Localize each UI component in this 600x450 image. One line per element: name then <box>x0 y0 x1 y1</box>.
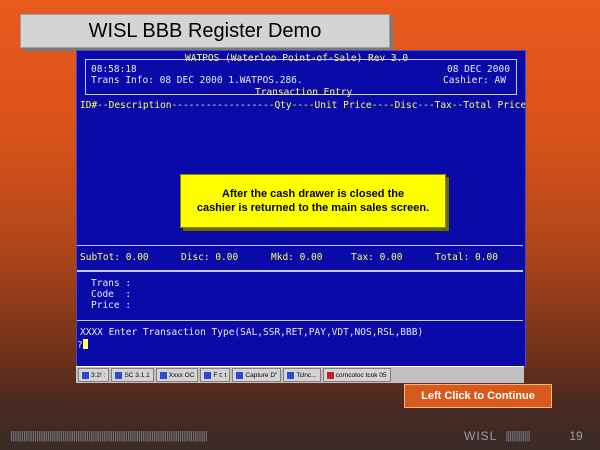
app-icon <box>159 371 167 379</box>
app-icon <box>82 371 89 379</box>
instruction-callout: After the cash drawer is closed the cash… <box>180 174 446 228</box>
app-icon <box>236 371 244 379</box>
footer-brand: WISL <box>464 429 498 443</box>
app-icon <box>287 371 295 379</box>
code-field-label: Code : <box>91 289 132 300</box>
command-input[interactable]: ? <box>77 339 88 351</box>
callout-line-2: cashier is returned to the main sales sc… <box>196 202 430 214</box>
cursor-block <box>82 339 88 349</box>
taskbar-item-5[interactable]: Capture D" <box>232 368 282 382</box>
slide-footer: ||||||||||||||||||||||||||||||||||||||||… <box>10 428 590 444</box>
app-icon <box>204 371 212 379</box>
entry-frame <box>77 271 523 321</box>
discount-readout: Disc: 0.00 <box>181 252 239 263</box>
taskbar-item-7[interactable]: corncotoc tcok 05 <box>322 368 391 382</box>
app-icon <box>115 371 123 379</box>
total-readout: Total: 0.00 <box>435 252 498 263</box>
trans-field-label: Trans : <box>91 278 132 289</box>
subtotal-readout: SubTot: 0.00 <box>80 252 149 263</box>
markdown-readout: Mkd: 0.00 <box>271 252 323 263</box>
callout-line-1: After the cash drawer is closed the <box>221 188 405 200</box>
taskbar-item-1[interactable]: 3:2! : <box>78 368 110 382</box>
slide-title: WISL BBB Register Demo <box>20 14 390 48</box>
cashier-label: Cashier: AW <box>443 75 506 86</box>
app-icon <box>326 371 334 379</box>
footer-bars-right: ||||||||||||| <box>505 430 530 442</box>
column-headers: ID#--Description------------------Qty---… <box>80 100 526 111</box>
taskbar: 3:2! : SC 3.1.1 Xxxx OC F t: t Capture D… <box>76 366 524 383</box>
price-field-label: Price : <box>91 300 132 311</box>
trans-info: Trans Info: 08 DEC 2000 1.WATPOS.286. <box>91 75 303 86</box>
continue-button[interactable]: Left Click to Continue <box>404 384 552 408</box>
footer-bars-left: ||||||||||||||||||||||||||||||||||||||||… <box>10 430 208 442</box>
terminal-date: 08 DEC 2000 <box>447 64 510 75</box>
taskbar-item-4[interactable]: F t: t <box>200 368 231 382</box>
taskbar-item-2[interactable]: SC 3.1.1 <box>111 368 154 382</box>
tax-readout: Tax: 0.00 <box>351 252 403 263</box>
taskbar-item-3[interactable]: Xxxx OC <box>155 368 199 382</box>
terminal-time: 08:58:18 <box>91 64 137 75</box>
page-number: 19 <box>569 429 583 443</box>
taskbar-item-6[interactable]: Tclnc... <box>283 368 321 382</box>
section-title: Transaction Entry <box>255 87 353 98</box>
transaction-type-prompt: XXXX Enter Transaction Type(SAL,SSR,RET,… <box>80 327 424 338</box>
